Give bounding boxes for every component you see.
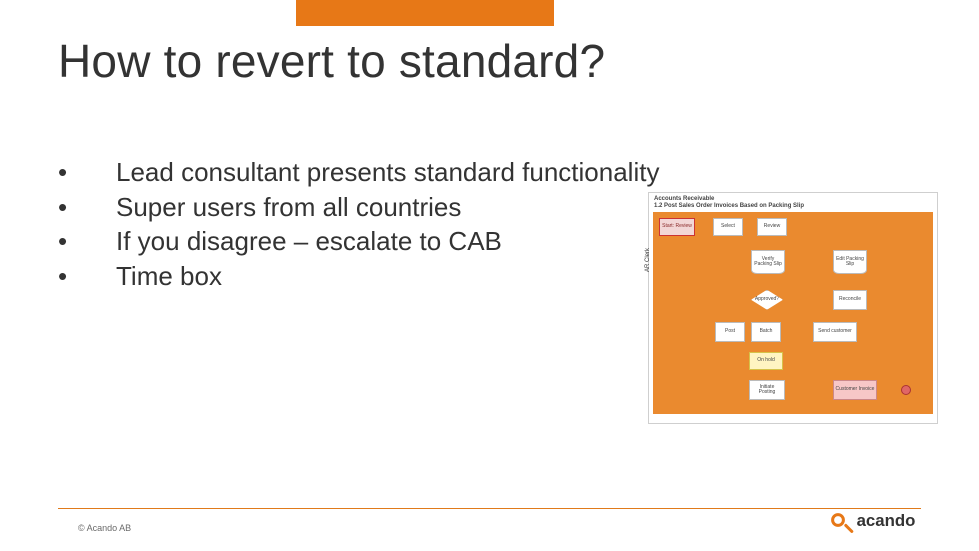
flow-node: Select: [713, 218, 743, 236]
flowchart-header-line1: Accounts Receivable: [654, 196, 932, 203]
bullet-item: • Lead consultant presents standard func…: [58, 156, 659, 189]
copyright-text: © Acando AB: [78, 523, 131, 533]
bullet-item: • If you disagree – escalate to CAB: [58, 225, 659, 258]
flow-node-document: Verify Packing Slip: [751, 250, 785, 274]
slide: How to revert to standard? • Lead consul…: [0, 0, 979, 551]
flowchart-header-line2: 1.2 Post Sales Order Invoices Based on P…: [654, 203, 932, 210]
bullet-text: Super users from all countries: [116, 191, 461, 224]
bullet-item: • Super users from all countries: [58, 191, 659, 224]
flow-node: Reconcile: [833, 290, 867, 310]
flow-node-decision: Approved?: [751, 290, 783, 310]
flowchart-header: Accounts Receivable 1.2 Post Sales Order…: [649, 193, 937, 212]
logo-text: acando: [857, 511, 916, 530]
bullet-list: • Lead consultant presents standard func…: [58, 156, 659, 294]
accent-bar: [296, 0, 554, 26]
flowchart-body: AR Clerk Start: Review Select Review Ver…: [653, 212, 933, 414]
flow-node-end: [901, 385, 911, 395]
bullet-item: • Time box: [58, 260, 659, 293]
bullet-marker: •: [58, 260, 116, 293]
flow-node: Post: [715, 322, 745, 342]
footer-rule: [58, 508, 921, 509]
flow-node-document: Edit Packing Slip: [833, 250, 867, 274]
bullet-text: Time box: [116, 260, 222, 293]
flow-node-output: Customer Invoice: [833, 380, 877, 400]
swimlane-label: AR Clerk: [645, 248, 651, 272]
bullet-marker: •: [58, 156, 116, 189]
flow-node: Initiate Posting: [749, 380, 785, 400]
flow-node-warning: On hold: [749, 352, 783, 370]
bullet-text: Lead consultant presents standard functi…: [116, 156, 659, 189]
acando-logo: acando: [829, 505, 949, 535]
flow-node: Batch: [751, 322, 781, 342]
flow-node: Review: [757, 218, 787, 236]
flow-node: Send customer: [813, 322, 857, 342]
slide-title: How to revert to standard?: [58, 34, 605, 88]
bullet-text: If you disagree – escalate to CAB: [116, 225, 502, 258]
bullet-marker: •: [58, 191, 116, 224]
flow-node-start: Start: Review: [659, 218, 695, 236]
flowchart-thumbnail: Accounts Receivable 1.2 Post Sales Order…: [648, 192, 938, 424]
bullet-marker: •: [58, 225, 116, 258]
